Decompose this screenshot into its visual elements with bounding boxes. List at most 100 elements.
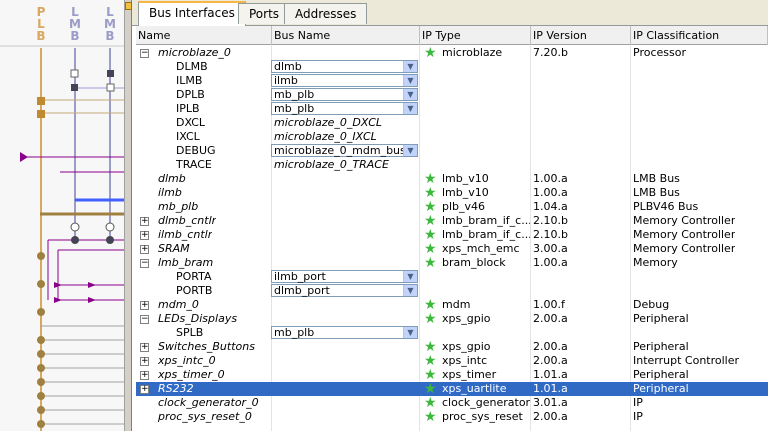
table-row[interactable]: − microblaze_0 ★ microblaze 7.20.b Processor [136,46,768,60]
bus-name-select[interactable]: mb_plb ▼ [271,88,418,101]
ip-type: xps_timer [442,368,497,381]
row-name: PORTA [176,270,212,283]
ip-star-icon: ★ [424,395,437,411]
table-row[interactable]: proc_sys_reset_0 ★ proc_sys_reset 2.00.a IP [136,410,768,424]
ip-star-icon: ★ [424,213,437,229]
ip-star-icon: ★ [424,353,437,369]
chevron-down-icon[interactable]: ▼ [403,145,417,156]
col-header-bus-name[interactable]: Bus Name [272,26,420,45]
tab-addresses[interactable]: Addresses [284,3,368,24]
bus-name-select[interactable]: dlmb_port ▼ [271,284,418,297]
table-row[interactable]: ilmb ★ lmb_v10 1.00.a LMB Bus [136,186,768,200]
bus-name-select[interactable]: dlmb ▼ [271,60,418,73]
chevron-down-icon[interactable]: ▼ [403,271,417,282]
bus-connectivity-diagram [0,45,124,431]
chevron-down-icon[interactable]: ▼ [403,61,417,72]
table-row[interactable]: − lmb_bram ★ bram_block 1.00.a Memory [136,256,768,270]
chevron-down-icon[interactable]: ▼ [403,285,417,296]
bus-name-select[interactable]: mb_plb ▼ [271,102,418,115]
row-name: lmb_bram [158,256,214,269]
table-row[interactable]: PORTB dlmb_port ▼ [136,284,768,298]
table-header: Name Bus Name IP Type IP Version IP Clas… [136,26,768,45]
row-name: SPLB [176,326,204,339]
table-row[interactable]: mb_plb ★ plb_v46 1.04.a PLBV46 Bus [136,200,768,214]
ip-classification: Peripheral [633,312,689,325]
ip-classification: Peripheral [633,340,689,353]
bus-name: microblaze_0_DXCL [274,116,383,129]
table-row[interactable]: SPLB mb_plb ▼ [136,326,768,340]
table-row[interactable]: DPLB mb_plb ▼ [136,88,768,102]
bus-name-value: microblaze_0_mdm_bus [274,144,406,157]
table-row[interactable]: + SRAM ★ xps_mch_emc 3.00.a Memory Controller [136,242,768,256]
table-row[interactable]: PORTA ilmb_port ▼ [136,270,768,284]
chevron-down-icon[interactable]: ▼ [403,89,417,100]
filter-icon[interactable] [125,2,132,10]
expand-icon[interactable]: + [140,343,149,352]
ip-star-icon: ★ [424,297,437,313]
table-row[interactable]: ILMB ilmb ▼ [136,74,768,88]
table-row[interactable]: DLMB dlmb ▼ [136,60,768,74]
table-row[interactable]: clock_generator_0 ★ clock_generator 3.01.a I… [136,396,768,410]
expand-icon[interactable]: + [140,245,149,254]
row-name: TRACE [176,158,212,171]
col-header-name[interactable]: Name [136,26,272,45]
expand-icon[interactable]: + [140,357,149,366]
bus-name-select[interactable]: microblaze_0_mdm_bus ▼ [271,144,418,157]
ip-star-icon: ★ [424,339,437,355]
ip-version: 1.00.a [533,186,568,199]
table-row[interactable]: + mdm_0 ★ mdm 1.00.f Debug [136,298,768,312]
table-row[interactable]: + Switches_Buttons ★ xps_gpio 2.00.a Peripher… [136,340,768,354]
table-row[interactable]: dlmb ★ lmb_v10 1.00.a LMB Bus [136,172,768,186]
collapse-icon[interactable]: − [140,49,149,58]
row-name: SRAM [158,242,190,255]
table-row[interactable]: + xps_timer_0 ★ xps_timer 1.01.a Peripheral [136,368,768,382]
ip-type: xps_gpio [442,340,491,353]
table-row[interactable]: IXCL microblaze_0_IXCL [136,130,768,144]
ip-star-icon: ★ [424,45,437,61]
ip-version: 2.10.b [533,214,568,227]
table-row[interactable]: + ilmb_cntlr ★ lmb_bram_if_c... 2.10.b Memory… [136,228,768,242]
bus-name-select[interactable]: mb_plb ▼ [271,326,418,339]
chevron-down-icon[interactable]: ▼ [403,75,417,86]
bus-connectivity-panel: PLB LMB LMB [0,0,124,431]
ip-star-icon: ★ [424,311,437,327]
table-row[interactable]: DEBUG microblaze_0_mdm_bus ▼ [136,144,768,158]
bus-name-select[interactable]: ilmb_port ▼ [271,270,418,283]
row-name: Switches_Buttons [158,340,255,353]
expand-icon[interactable]: + [140,217,149,226]
plb-bus-header: PLB [36,5,46,43]
ip-version: 2.10.b [533,228,568,241]
chevron-down-icon[interactable]: ▼ [403,327,417,338]
table-row[interactable]: + RS232 ★ xps_uartlite 1.01.a Peripheral [136,382,768,396]
table-row[interactable]: + xps_intc_0 ★ xps_intc 2.00.a Interrupt Cont… [136,354,768,368]
bus-name-select[interactable]: ilmb ▼ [271,74,418,87]
ip-type: microblaze [442,46,503,59]
ip-version: 2.00.a [533,312,568,325]
ip-star-icon: ★ [424,367,437,383]
collapse-icon[interactable]: − [140,315,149,324]
table-row[interactable]: TRACE microblaze_0_TRACE [136,158,768,172]
col-header-ip-classification[interactable]: IP Classification [631,26,768,45]
expand-icon[interactable]: + [140,371,149,380]
collapse-icon[interactable]: − [140,259,149,268]
ip-type: clock_generator [442,396,530,409]
table-row[interactable]: − LEDs_Displays ★ xps_gpio 2.00.a Peripheral [136,312,768,326]
col-header-ip-type[interactable]: IP Type [420,26,531,45]
col-header-ip-version[interactable]: IP Version [531,26,631,45]
bus-name: microblaze_0_IXCL [274,130,377,143]
expand-icon[interactable]: + [140,231,149,240]
ip-type: bram_block [442,256,506,269]
table-row[interactable]: IPLB mb_plb ▼ [136,102,768,116]
panel-splitter[interactable] [124,0,132,431]
row-name: IPLB [176,102,200,115]
tab-bus-interfaces[interactable]: Bus Interfaces [138,1,246,26]
row-name: proc_sys_reset_0 [158,410,252,423]
chevron-down-icon[interactable]: ▼ [403,103,417,114]
expand-icon[interactable]: + [140,301,149,310]
expand-icon[interactable]: + [140,385,149,394]
tab-ports[interactable]: Ports [238,3,291,24]
lmb-bus-header-1: LMB [69,5,81,43]
table-row[interactable]: DXCL microblaze_0_DXCL [136,116,768,130]
ip-classification: IP [633,410,643,423]
table-row[interactable]: + dlmb_cntlr ★ lmb_bram_if_c... 2.10.b Memory… [136,214,768,228]
